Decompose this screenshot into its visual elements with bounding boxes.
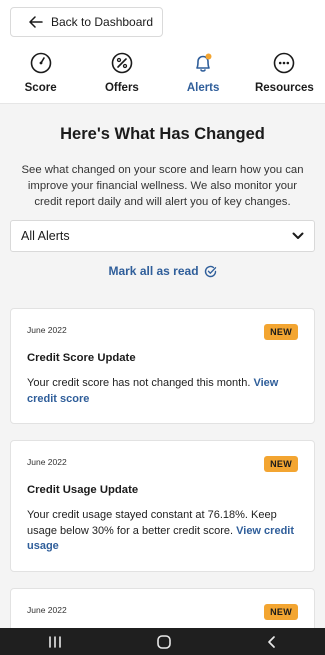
alert-date: June 2022 [27,457,67,467]
tab-offers-label: Offers [104,82,139,94]
alert-filter-value: All Alerts [21,229,70,243]
alert-title: Credit Usage Update [27,484,139,496]
alert-body-text: Your credit score has not changed this m… [27,377,251,389]
tab-offers[interactable]: Offers [81,52,162,98]
home-icon[interactable] [156,634,172,650]
system-nav-bar [0,628,325,655]
new-badge: NEW [264,604,298,620]
percent-icon [111,52,133,74]
new-badge: NEW [264,456,298,472]
chevron-down-icon [292,232,304,239]
page-title: Here's What Has Changed [60,125,265,143]
back-nav-icon[interactable] [266,635,278,649]
tab-score-label: Score [24,82,57,94]
tab-bar: Score Offers Alerts Resources [0,52,325,98]
alert-title: Credit Score Update [27,352,136,364]
alert-body: Your credit score has not changed this m… [27,376,298,407]
back-button-label: Back to Dashboard [51,15,154,29]
alert-card[interactable]: June 2022 NEW Credit Score Update Your c… [10,308,315,424]
tab-alerts[interactable]: Alerts [163,52,244,98]
alert-body: Your credit usage stayed constant at 76.… [27,508,298,555]
gauge-icon [30,52,51,74]
top-header: Back to Dashboard Score Offers Alerts Re… [0,0,325,104]
mark-all-read-link[interactable]: Mark all as read [10,264,315,278]
arrow-left-icon [29,16,43,28]
tab-alerts-label: Alerts [186,82,220,94]
alert-filter-select[interactable]: All Alerts [10,220,315,252]
intro-text: See what changed on your score and learn… [21,164,304,208]
recent-apps-icon[interactable] [47,635,63,649]
tab-score[interactable]: Score [0,52,81,98]
new-badge: NEW [264,324,298,340]
tab-resources-label: Resources [254,82,314,94]
alert-card[interactable]: June 2022 NEW Credit Usage Update Your c… [10,440,315,572]
main-content: Here's What Has Changed See what changed… [0,125,325,648]
back-to-dashboard-button[interactable]: Back to Dashboard [10,7,163,37]
bell-icon [196,53,212,72]
mark-all-read-label: Mark all as read [108,264,199,278]
check-circle-icon [204,265,216,277]
more-dots-icon [274,52,295,74]
alert-date: June 2022 [27,325,67,335]
alert-date: June 2022 [27,605,67,615]
tab-resources[interactable]: Resources [244,52,325,98]
